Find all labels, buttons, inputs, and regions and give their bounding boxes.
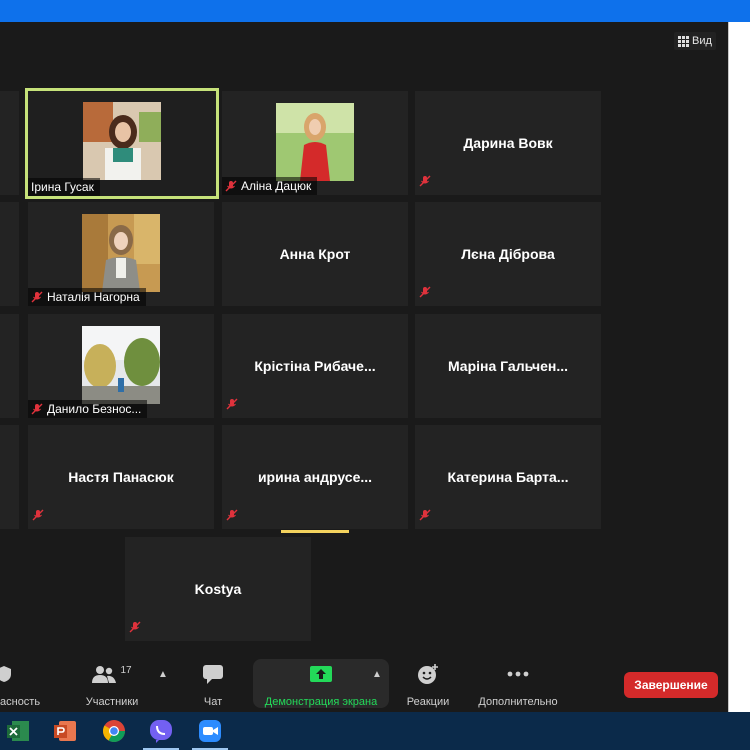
mute-indicator <box>226 397 238 415</box>
share-options-caret[interactable]: ▲ <box>372 669 382 680</box>
video-tile-daryna-vovk[interactable]: Дарина Вовк <box>415 91 601 195</box>
shield-icon <box>0 666 11 682</box>
chat-bubble-icon <box>203 665 223 684</box>
participant-video-alina <box>276 103 354 181</box>
muted-mic-icon <box>419 175 431 187</box>
participants-options-caret[interactable]: ▲ <box>158 669 168 680</box>
participant-display-name: Маріна Гальчен... <box>447 358 569 374</box>
mute-indicator <box>32 508 44 526</box>
chat-label: Чат <box>203 696 223 708</box>
meeting-toolbar: асность 17 Участники ▲ Чат Демонстрация … <box>0 655 728 712</box>
video-tile-nataliia-nahorna[interactable]: Наталія Нагорна <box>28 202 214 306</box>
mute-indicator <box>419 174 431 192</box>
participant-name-label: Аліна Дацюк <box>222 177 318 195</box>
mute-indicator <box>419 285 431 303</box>
security-label: асность <box>0 696 41 708</box>
reactions-label: Реакции <box>406 696 450 708</box>
muted-mic-icon <box>31 403 43 415</box>
muted-mic-icon <box>129 621 141 633</box>
active-speaker-indicator <box>281 530 349 533</box>
window-titlebar <box>0 0 750 22</box>
participant-display-name: Лєна Діброва <box>461 246 555 262</box>
participant-display-name: Катерина Барта... <box>447 469 569 485</box>
powerpoint-taskbar-button[interactable] <box>52 718 78 744</box>
participants-panel-edge <box>728 22 750 712</box>
more-label: Дополнительно <box>478 696 558 708</box>
windows-taskbar <box>0 712 750 750</box>
muted-mic-icon <box>31 291 43 303</box>
chrome-taskbar-button[interactable] <box>101 718 127 744</box>
video-tile-danylo-beznos[interactable]: Данило Безнос... <box>28 314 214 418</box>
video-tile-nastia-panasiuk[interactable]: Настя Панасюк <box>28 425 214 529</box>
participants-count: 17 <box>120 664 132 676</box>
chrome-icon <box>103 720 125 742</box>
video-tile-kostya[interactable]: Kostya <box>125 537 311 641</box>
muted-mic-icon <box>226 509 238 521</box>
share-screen-label: Демонстрация экрана <box>264 696 378 708</box>
muted-mic-icon <box>225 180 237 192</box>
participants-label: Участники <box>85 696 139 708</box>
view-label: Вид <box>692 35 712 47</box>
viber-taskbar-button[interactable] <box>148 718 174 744</box>
video-tile-anna-krot[interactable]: Анна Крот <box>222 202 408 306</box>
muted-mic-icon <box>419 509 431 521</box>
participant-display-name: Kostya <box>194 581 242 597</box>
reactions-button[interactable]: Реакции <box>400 655 456 712</box>
participant-display-name: Настя Панасюк <box>68 469 174 485</box>
muted-mic-icon <box>419 286 431 298</box>
participants-icon <box>92 666 117 683</box>
partial-video-tile <box>0 202 19 306</box>
participant-video-nataliia <box>82 214 160 292</box>
participant-name-label: Наталія Нагорна <box>28 288 146 306</box>
participant-video-danylo <box>82 326 160 404</box>
more-dots-icon <box>507 671 529 677</box>
video-tile-marina-halchen[interactable]: Маріна Гальчен... <box>415 314 601 418</box>
zoom-icon <box>199 720 221 742</box>
more-button[interactable]: Дополнительно <box>472 655 564 712</box>
video-tile-iryna-andruse[interactable]: ирина андрусе... <box>222 425 408 529</box>
viber-icon <box>150 720 172 743</box>
partial-video-tile <box>0 91 19 195</box>
participant-display-name: Дарина Вовк <box>463 135 553 151</box>
video-tile-alina-datsiuk[interactable]: Аліна Дацюк <box>222 91 408 195</box>
chat-button[interactable]: Чат <box>196 655 230 712</box>
muted-mic-icon <box>226 398 238 410</box>
end-meeting-button[interactable]: Завершение <box>624 672 718 698</box>
participant-display-name: ирина андрусе... <box>257 469 373 485</box>
grid-view-icon <box>678 36 689 47</box>
partial-video-tile <box>0 314 19 418</box>
participant-display-name: Крістіна Рибаче... <box>254 358 376 374</box>
video-tile-iryna-husak[interactable]: Ірина Гусак <box>25 88 219 199</box>
muted-mic-icon <box>32 509 44 521</box>
video-tile-kateryna-barta[interactable]: Катерина Барта... <box>415 425 601 529</box>
excel-taskbar-button[interactable] <box>5 718 31 744</box>
security-button[interactable]: асность <box>0 655 44 712</box>
participant-name-label: Данило Безнос... <box>28 400 148 418</box>
view-button[interactable]: Вид <box>674 32 716 50</box>
participant-video-iryna <box>83 102 161 180</box>
participants-button[interactable]: 17 Участники <box>78 655 146 712</box>
zoom-taskbar-button[interactable] <box>197 718 223 744</box>
video-tile-kristina-rybache[interactable]: Крістіна Рибаче... <box>222 314 408 418</box>
excel-icon <box>7 721 29 741</box>
participant-name-label: Ірина Гусак <box>28 178 100 196</box>
mute-indicator <box>226 508 238 526</box>
reaction-smiley-icon <box>418 664 438 684</box>
mute-indicator <box>419 508 431 526</box>
mute-indicator <box>129 620 141 638</box>
partial-video-tile <box>0 425 19 529</box>
share-screen-icon <box>310 666 332 682</box>
share-screen-content[interactable]: Демонстрация экрана <box>253 655 389 712</box>
participant-display-name: Анна Крот <box>279 246 351 262</box>
video-tile-liena-dibrova[interactable]: Лєна Діброва <box>415 202 601 306</box>
powerpoint-icon <box>54 721 76 741</box>
